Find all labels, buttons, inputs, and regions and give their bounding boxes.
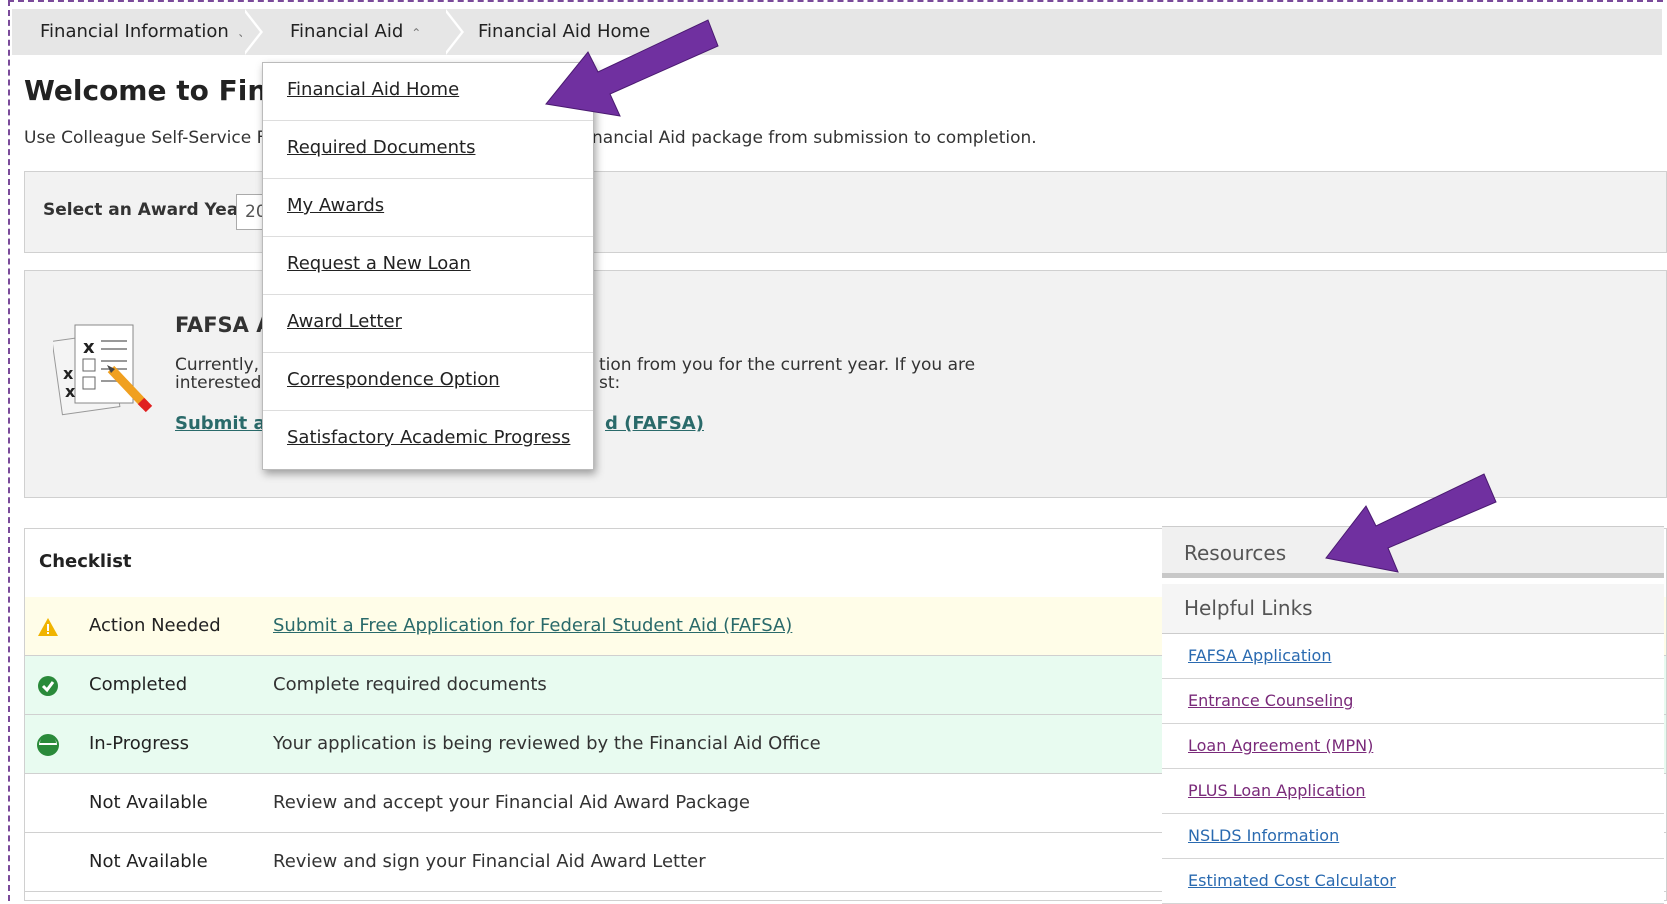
checklist-description: Review and sign your Financial Aid Award… — [273, 851, 706, 872]
chevron-up-icon: ⌃ — [411, 26, 422, 40]
fafsa-card-text-line2: interested — [175, 373, 262, 393]
menu-item-label: Financial Aid Home — [287, 79, 460, 100]
resource-link-item[interactable]: Entrance Counseling — [1162, 679, 1664, 724]
menu-item-label: My Awards — [287, 195, 385, 216]
checklist-status: Not Available — [89, 851, 208, 872]
resource-link[interactable]: Loan Agreement (MPN) — [1188, 736, 1373, 755]
warning-icon — [38, 618, 58, 636]
helpful-links-title: Helpful Links — [1184, 596, 1313, 620]
menu-item-required-documents[interactable]: Required Documents — [263, 121, 593, 179]
resources-title: Resources — [1184, 541, 1287, 565]
fafsa-card-text-line1: Currently, — [175, 355, 260, 375]
breadcrumb-separator-inner — [443, 9, 461, 55]
checklist-status: Action Needed — [89, 615, 221, 636]
svg-text:x: x — [83, 337, 95, 358]
resource-link-item[interactable]: Loan Agreement (MPN) — [1162, 724, 1664, 769]
helpful-links-header: Helpful Links — [1162, 584, 1664, 634]
award-year-label: Select an Award Year: — [43, 200, 254, 220]
resource-link[interactable]: PLUS Loan Application — [1188, 781, 1366, 800]
menu-item-request-new-loan[interactable]: Request a New Loan — [263, 237, 593, 295]
resource-link-item[interactable]: FAFSA Application — [1162, 634, 1664, 679]
check-circle-icon — [38, 676, 58, 696]
checklist-description: Your application is being reviewed by th… — [273, 733, 821, 754]
checklist-fafsa-link[interactable]: Submit a Free Application for Federal St… — [273, 615, 792, 636]
breadcrumb: Financial Information ⌄ Financial Aid ⌃ Fi… — [12, 9, 1662, 55]
menu-item-label: Award Letter — [287, 311, 402, 332]
fafsa-card-text-line2-continued: st: — [599, 373, 621, 393]
menu-item-correspondence-option[interactable]: Correspondence Option — [263, 353, 593, 411]
menu-item-satisfactory-academic-progress[interactable]: Satisfactory Academic Progress — [263, 411, 593, 469]
fafsa-card-title: FAFSA A — [175, 313, 273, 337]
fafsa-card-text-line1-continued: tion from you for the current year. If y… — [599, 355, 976, 375]
checklist-title: Checklist — [39, 551, 132, 572]
checklist-description: Complete required documents — [273, 674, 547, 695]
checklist-status: In-Progress — [89, 733, 190, 754]
submit-fafsa-link-continued[interactable]: d (FAFSA) — [605, 413, 704, 434]
menu-item-label: Required Documents — [287, 137, 476, 158]
breadcrumb-label: Financial Aid — [290, 21, 404, 42]
breadcrumb-separator-inner — [242, 9, 260, 55]
menu-item-my-awards[interactable]: My Awards — [263, 179, 593, 237]
breadcrumb-financial-information[interactable]: Financial Information ⌄ — [40, 9, 247, 55]
svg-text:x: x — [63, 364, 74, 383]
resource-link-item[interactable]: Estimated Cost Calculator — [1162, 859, 1664, 904]
menu-item-award-letter[interactable]: Award Letter — [263, 295, 593, 353]
resource-link-item[interactable]: PLUS Loan Application — [1162, 769, 1664, 814]
checklist-status: Completed — [89, 674, 188, 695]
checklist-status: Not Available — [89, 792, 208, 813]
resource-link[interactable]: Estimated Cost Calculator — [1188, 871, 1396, 890]
breadcrumb-label: Financial Information — [40, 21, 229, 42]
resource-link[interactable]: Entrance Counseling — [1188, 691, 1353, 710]
resources-panel: Resources Helpful Links FAFSA Applicatio… — [1162, 526, 1664, 904]
resource-link-item[interactable]: NSLDS Information — [1162, 814, 1664, 859]
menu-item-label: Request a New Loan — [287, 253, 471, 274]
checklist-description: Review and accept your Financial Aid Awa… — [273, 792, 751, 813]
breadcrumb-financial-aid[interactable]: Financial Aid ⌃ — [290, 9, 421, 55]
menu-item-label: Satisfactory Academic Progress — [287, 427, 571, 448]
annotation-arrow-icon — [545, 19, 719, 117]
resource-link[interactable]: NSLDS Information — [1188, 826, 1339, 845]
page-intro: Use Colleague Self-Service Fi — [24, 128, 270, 148]
resource-link[interactable]: FAFSA Application — [1188, 646, 1331, 665]
checklist-document-icon: x x x — [53, 324, 153, 416]
svg-text:x: x — [65, 382, 76, 401]
page-intro-continued: nancial Aid package from submission to c… — [592, 128, 1037, 148]
menu-item-label: Correspondence Option — [287, 369, 500, 390]
annotation-arrow-icon — [1325, 473, 1497, 573]
half-circle-icon — [37, 734, 59, 756]
